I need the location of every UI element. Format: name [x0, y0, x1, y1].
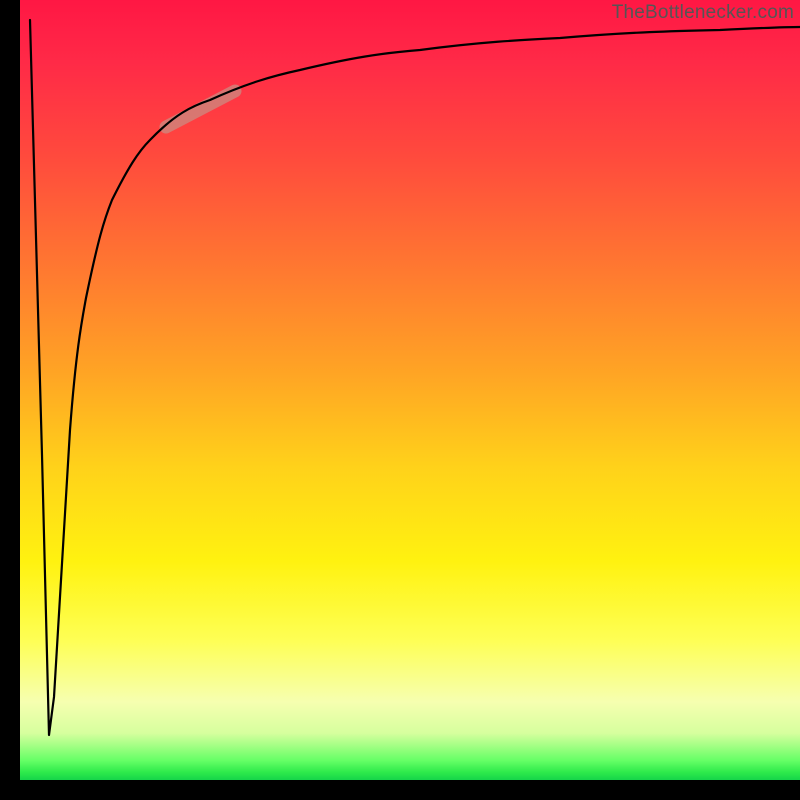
chart-stage: TheBottlenecker.com [0, 0, 800, 800]
bottleneck-curve [30, 20, 800, 735]
curve-layer [20, 0, 800, 780]
attribution-link[interactable]: TheBottlenecker.com [612, 2, 794, 24]
plot-area [20, 0, 800, 780]
highlight-stroke [166, 91, 235, 127]
